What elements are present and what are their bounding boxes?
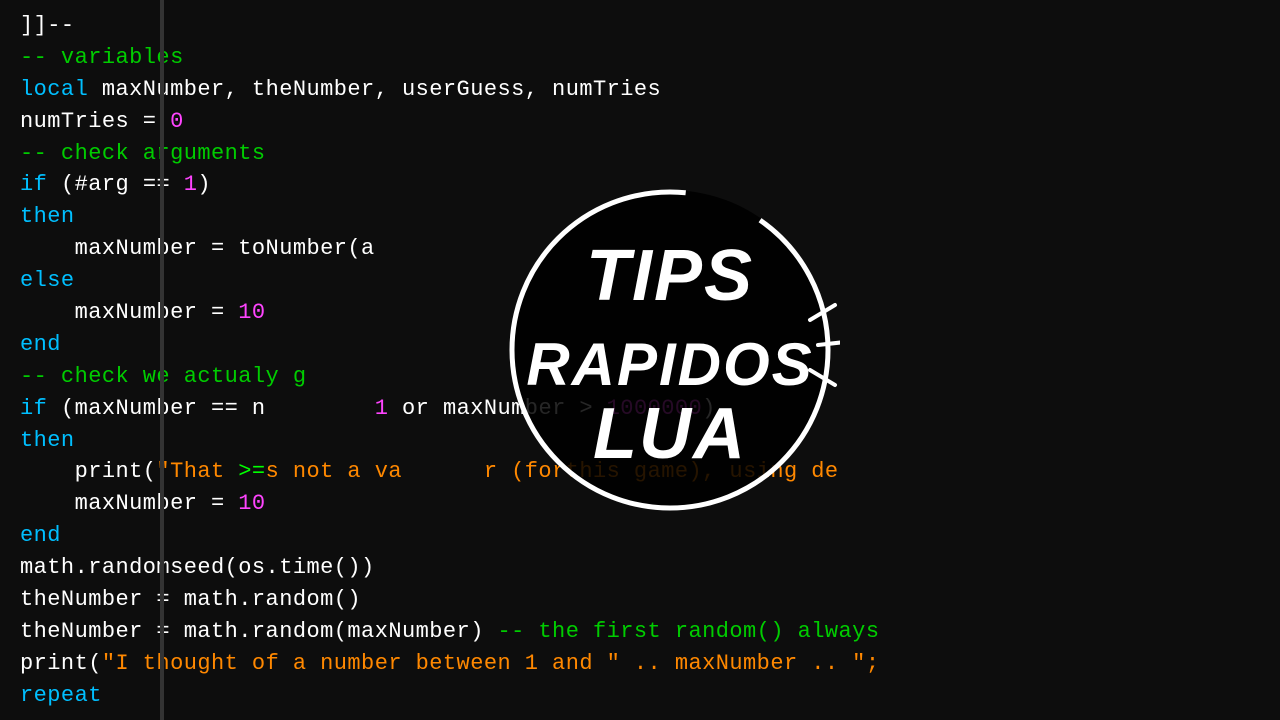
code-line: print("I thought of a number between 1 a… <box>20 648 1280 680</box>
code-line: theNumber = math.random() <box>20 584 1280 616</box>
code-line: -- variables <box>20 42 1280 74</box>
code-line: numTries = 0 <box>20 106 1280 138</box>
svg-text:TIPS: TIPS <box>586 236 754 316</box>
code-line: ]]-- <box>20 10 1280 42</box>
code-line: repeat <box>20 680 1280 712</box>
code-line: end <box>20 520 1280 552</box>
left-gutter-bar <box>160 0 164 720</box>
code-line: theNumber = math.random(maxNumber) -- th… <box>20 616 1280 648</box>
code-line: local maxNumber, theNumber, userGuess, n… <box>20 74 1280 106</box>
svg-text:LUA: LUA <box>593 394 747 474</box>
logo-overlay: TIPS RAPIDOS LUA <box>500 180 840 520</box>
code-line: math.randomseed(os.time()) <box>20 552 1280 584</box>
code-line: -- check arguments <box>20 138 1280 170</box>
svg-text:RAPIDOS: RAPIDOS <box>526 331 813 398</box>
